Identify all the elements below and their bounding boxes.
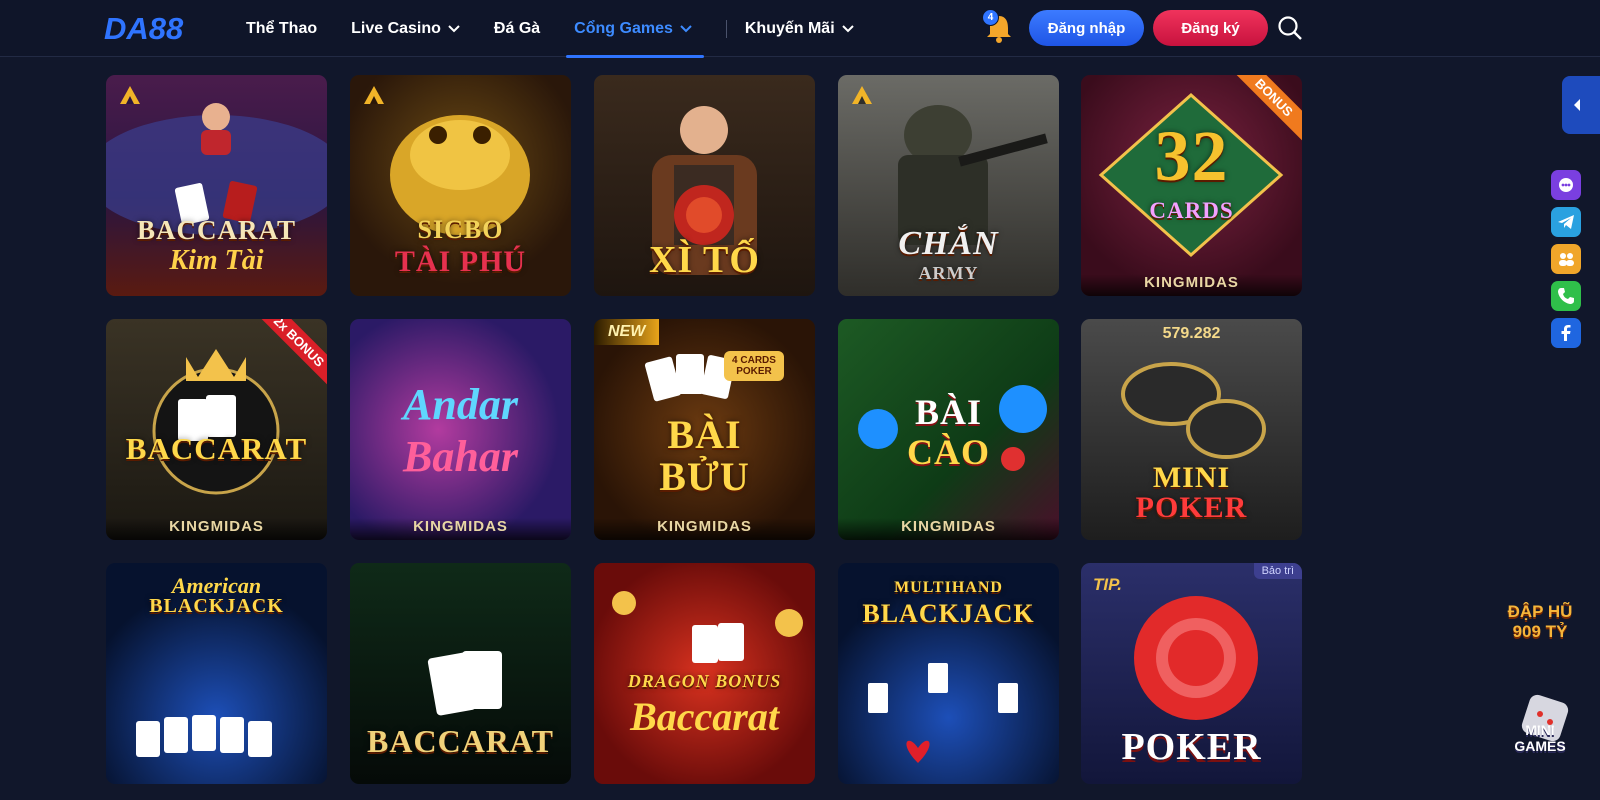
- game-tile-xi-to[interactable]: XÌ TỐ: [594, 75, 815, 296]
- game-title: DRAGON BONUS: [627, 671, 782, 691]
- game-tile-multihand-blackjack[interactable]: MULTIHAND BLACKJACK: [838, 563, 1059, 784]
- login-button[interactable]: Đăng nhập: [1029, 10, 1144, 46]
- nav-da-ga[interactable]: Đá Gà: [494, 0, 540, 57]
- game-tile-tip-poker[interactable]: Bảo trì TIP. POKER: [1081, 563, 1302, 784]
- game-subtitle: ARMY: [918, 263, 979, 283]
- da88-logo[interactable]: DA88: [104, 10, 218, 46]
- chat-icon: [1559, 178, 1573, 192]
- notification-badge: 4: [982, 9, 999, 26]
- chat-social-button[interactable]: [1551, 170, 1581, 200]
- game-tile-andar-bahar[interactable]: Andar Bahar KINGMIDAS: [350, 319, 571, 540]
- game-subtitle: POKER: [1135, 491, 1248, 524]
- chevron-down-icon: [841, 24, 854, 32]
- game-title: SICBO: [417, 215, 504, 244]
- game-title: BÀI: [914, 392, 983, 432]
- game-subtitle: CÀO: [907, 432, 990, 472]
- phone-button[interactable]: [1551, 281, 1581, 311]
- register-button[interactable]: Đăng ký: [1153, 10, 1268, 46]
- community-button[interactable]: [1551, 244, 1581, 274]
- nav-divider: [725, 19, 727, 38]
- side-collapse-tab[interactable]: [1562, 76, 1600, 134]
- game-tile-sicbo-tai-phu[interactable]: SICBO TÀI PHÚ: [350, 75, 571, 296]
- provider-label: KINGMIDAS: [106, 518, 327, 540]
- telegram-button[interactable]: [1551, 207, 1581, 237]
- facebook-button[interactable]: [1551, 318, 1581, 348]
- game-title: BACCARAT: [125, 431, 308, 466]
- provider-label: KINGMIDAS: [1081, 274, 1302, 296]
- game-tile-baccarat-classic[interactable]: BACCARAT: [350, 563, 571, 784]
- game-subtitle: TÀI PHÚ: [394, 245, 527, 278]
- nav-live-casino[interactable]: Live Casino: [351, 0, 460, 57]
- game-title: MINI: [1152, 461, 1231, 494]
- nav-the-thao[interactable]: Thể Thao: [246, 0, 317, 57]
- nav-label: Đá Gà: [493, 19, 541, 37]
- caret-left-icon: [1574, 99, 1580, 111]
- chevron-down-icon: [680, 24, 692, 32]
- game-title: Andar: [403, 380, 518, 429]
- game-subtitle: Kim Tài: [169, 245, 264, 276]
- provider-label: KINGMIDAS: [350, 518, 571, 540]
- game-title: 32: [1154, 116, 1229, 196]
- game-subtitle: CARDS: [1149, 198, 1234, 223]
- game-title: XÌ TỐ: [649, 239, 760, 281]
- telegram-icon: [1558, 215, 1574, 229]
- game-title: CHẮN: [898, 225, 999, 262]
- game-subtitle: BỬU: [659, 454, 750, 499]
- facebook-icon: [1561, 325, 1571, 341]
- extra-badge: 4 CARDS POKER: [724, 351, 784, 381]
- game-tile-32-cards[interactable]: BONUS 32 CARDS KINGMIDAS: [1081, 75, 1302, 296]
- game-tile-baccarat-kingmidas[interactable]: 2x BONUS BACCARAT KINGMIDAS: [106, 319, 327, 540]
- phone-icon: [1558, 288, 1574, 304]
- jackpot-promo[interactable]: ĐẬP HŨ 909 TỶ: [1500, 602, 1580, 642]
- logo-text: DA88: [104, 11, 184, 46]
- suits-art: [868, 663, 1018, 763]
- game-tile-american-blackjack[interactable]: American BLACKJACK: [106, 563, 327, 784]
- game-subtitle: Bahar: [403, 432, 518, 481]
- game-title: BÀI: [667, 412, 742, 457]
- nav-cong-games[interactable]: Cổng Games: [566, 0, 704, 58]
- chevron-down-icon: [448, 24, 460, 32]
- search-icon[interactable]: [1277, 15, 1303, 41]
- nav-label: Thể Thao: [246, 19, 318, 37]
- nav-label: Khuyến Mãi: [744, 19, 835, 37]
- cards-art: [136, 715, 272, 757]
- game-title: BACCARAT: [367, 723, 554, 759]
- game-title: POKER: [1121, 726, 1262, 768]
- game-tile-bai-buu[interactable]: NEW 4 CARDS POKER BÀI BỬU KINGMIDAS: [594, 319, 815, 540]
- top-header: DA88 Thể Thao Live Casino Đá Gà Cổng Gam…: [0, 0, 1600, 58]
- game-tile-bai-cao[interactable]: BÀI CÀO KINGMIDAS: [838, 319, 1059, 540]
- game-tile-baccarat-kim-tai[interactable]: BACCARAT Kim Tài: [106, 75, 327, 296]
- game-title: BACCARAT: [136, 215, 296, 245]
- main-nav: Thể Thao Live Casino Đá Gà Cổng Games Kh…: [246, 0, 888, 58]
- game-tile-chan-army[interactable]: CHẮN ARMY: [838, 75, 1059, 296]
- game-tile-dragon-bonus-baccarat[interactable]: DRAGON BONUS Baccarat: [594, 563, 815, 784]
- game-subtitle: Baccarat: [630, 694, 779, 739]
- nav-label: Cổng Games: [574, 19, 673, 37]
- game-tile-mini-poker[interactable]: 579.282 MINI POKER: [1081, 319, 1302, 540]
- provider-label: KINGMIDAS: [838, 518, 1059, 540]
- nav-khuyen-mai[interactable]: Khuyến Mãi: [745, 0, 854, 57]
- nav-label: Live Casino: [351, 19, 441, 37]
- provider-label: KINGMIDAS: [594, 518, 815, 540]
- mini-games-label[interactable]: MINI GAMES: [1500, 722, 1580, 754]
- users-icon: [1559, 253, 1574, 266]
